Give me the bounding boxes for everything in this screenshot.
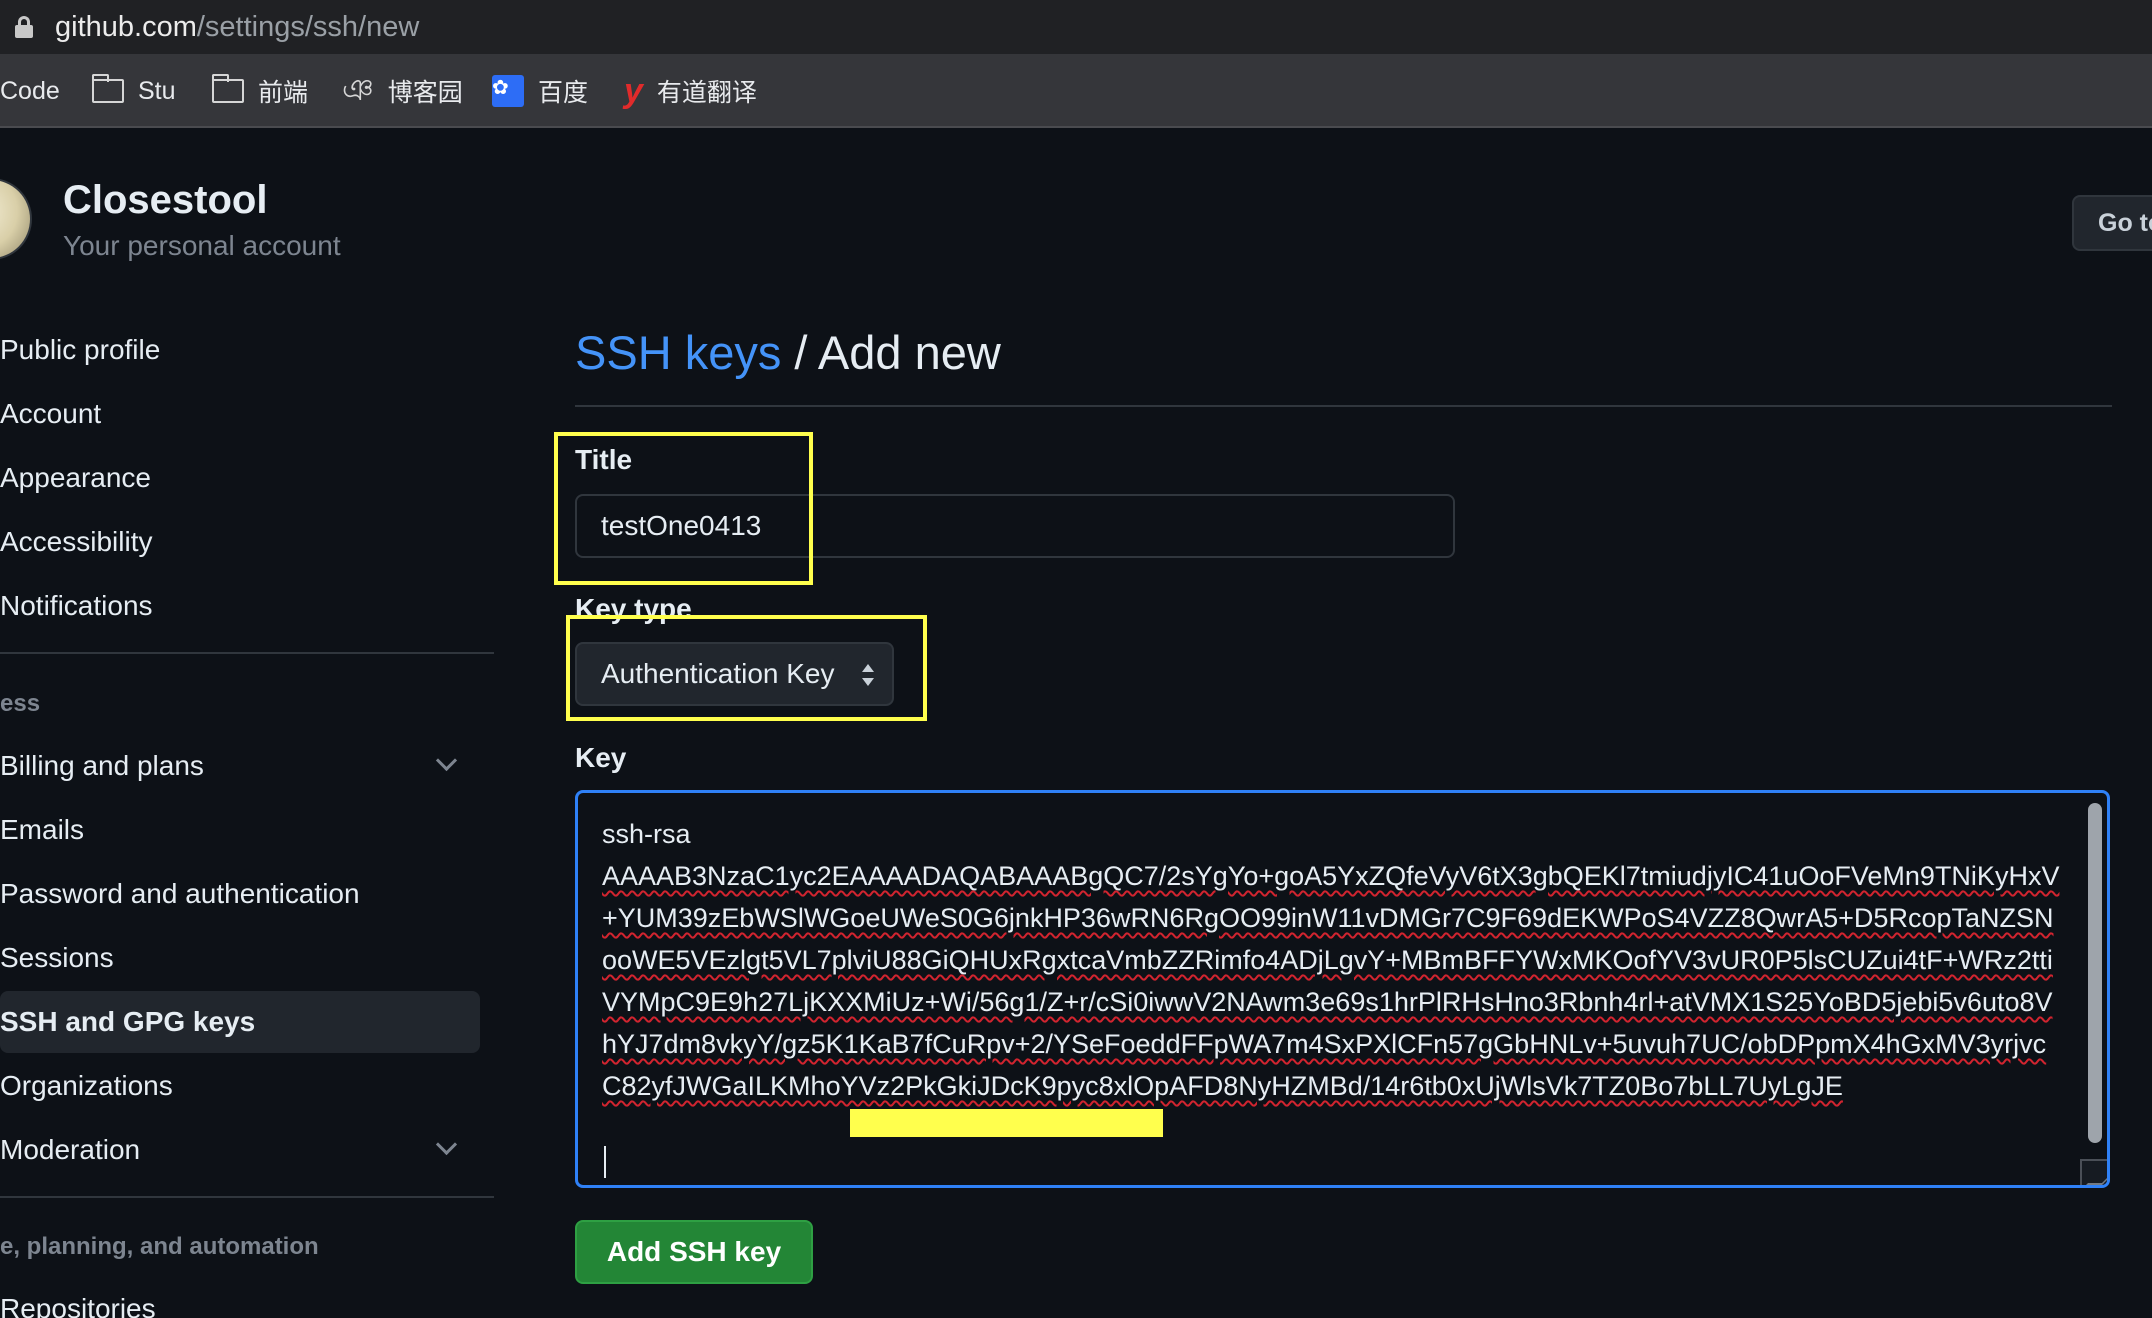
- sidebar-item-organizations[interactable]: Organizations: [0, 1055, 480, 1117]
- add-ssh-key-button[interactable]: Add SSH key: [575, 1220, 813, 1284]
- redaction-highlight: [850, 1109, 1163, 1137]
- key-textarea[interactable]: ssh-rsa AAAAB3NzaC1yc2EAAAADAQABAAABgQC7…: [575, 790, 2110, 1188]
- sidebar-item-billing[interactable]: Billing and plans: [0, 735, 480, 797]
- text-caret: [604, 1146, 606, 1178]
- cnblogs-icon: ঞ: [342, 73, 374, 107]
- sidebar-group-code: e, planning, and automation: [0, 1233, 319, 1260]
- breadcrumb-ssh-keys-link[interactable]: SSH keys: [575, 326, 781, 379]
- sidebar-item-moderation[interactable]: Moderation: [0, 1119, 480, 1181]
- bookmark-frontend[interactable]: 前端: [211, 54, 308, 128]
- bookmarks-bar: Code Stu 前端 ঞ 博客园 ✿ 百度 y 有道翻译: [0, 54, 2152, 128]
- bookmark-baidu[interactable]: ✿ 百度: [492, 54, 588, 128]
- avatar[interactable]: [0, 178, 32, 260]
- bookmark-stu[interactable]: Stu: [91, 54, 176, 128]
- sidebar-item-notifications[interactable]: Notifications: [0, 575, 480, 637]
- sidebar-item-sessions[interactable]: Sessions: [0, 927, 480, 989]
- resize-handle-icon[interactable]: [2080, 1159, 2107, 1185]
- youdao-icon: y: [624, 71, 643, 110]
- title-divider: [575, 405, 2112, 407]
- sidebar-item-password[interactable]: Password and authentication: [0, 863, 480, 925]
- sidebar-divider: [0, 652, 494, 654]
- bookmark-cnblogs[interactable]: ঞ 博客园: [342, 54, 463, 128]
- sidebar-item-emails[interactable]: Emails: [0, 799, 480, 861]
- annotation-box-title: [554, 432, 813, 585]
- annotation-box-key-type: [566, 615, 927, 721]
- folder-icon: [211, 74, 244, 103]
- sidebar-item-appearance[interactable]: Appearance: [0, 447, 480, 509]
- account-name: Closestool: [63, 178, 268, 222]
- key-textarea-content: ssh-rsa AAAAB3NzaC1yc2EAAAADAQABAAABgQC7…: [602, 819, 2060, 1101]
- baidu-icon: ✿: [492, 75, 524, 107]
- chevron-down-icon[interactable]: [436, 1137, 456, 1157]
- sidebar-item-ssh-gpg-keys[interactable]: SSH and GPG keys: [0, 991, 480, 1053]
- sidebar-item-repositories[interactable]: Repositories: [0, 1278, 480, 1318]
- folder-icon: [91, 74, 124, 103]
- sidebar-group-access: ess: [0, 690, 41, 717]
- sidebar-divider: [0, 1196, 494, 1198]
- url-text[interactable]: github.com/settings/ssh/new: [55, 8, 419, 46]
- go-to-profile-button[interactable]: Go to: [2072, 195, 2152, 251]
- scrollbar-thumb[interactable]: [2088, 803, 2102, 1143]
- sidebar-item-accessibility[interactable]: Accessibility: [0, 511, 480, 573]
- sidebar-item-account[interactable]: Account: [0, 383, 480, 445]
- key-label: Key: [575, 742, 627, 773]
- account-subtitle: Your personal account: [63, 230, 341, 261]
- bookmark-code[interactable]: Code: [0, 54, 60, 128]
- sidebar-item-public-profile[interactable]: Public profile: [0, 319, 480, 381]
- address-bar[interactable]: github.com/settings/ssh/new: [0, 0, 2152, 54]
- chevron-down-icon[interactable]: [436, 753, 456, 773]
- lock-icon[interactable]: [15, 16, 33, 38]
- bookmark-youdao[interactable]: y 有道翻译: [624, 54, 757, 128]
- page-title: SSH keys / Add new: [575, 326, 1001, 379]
